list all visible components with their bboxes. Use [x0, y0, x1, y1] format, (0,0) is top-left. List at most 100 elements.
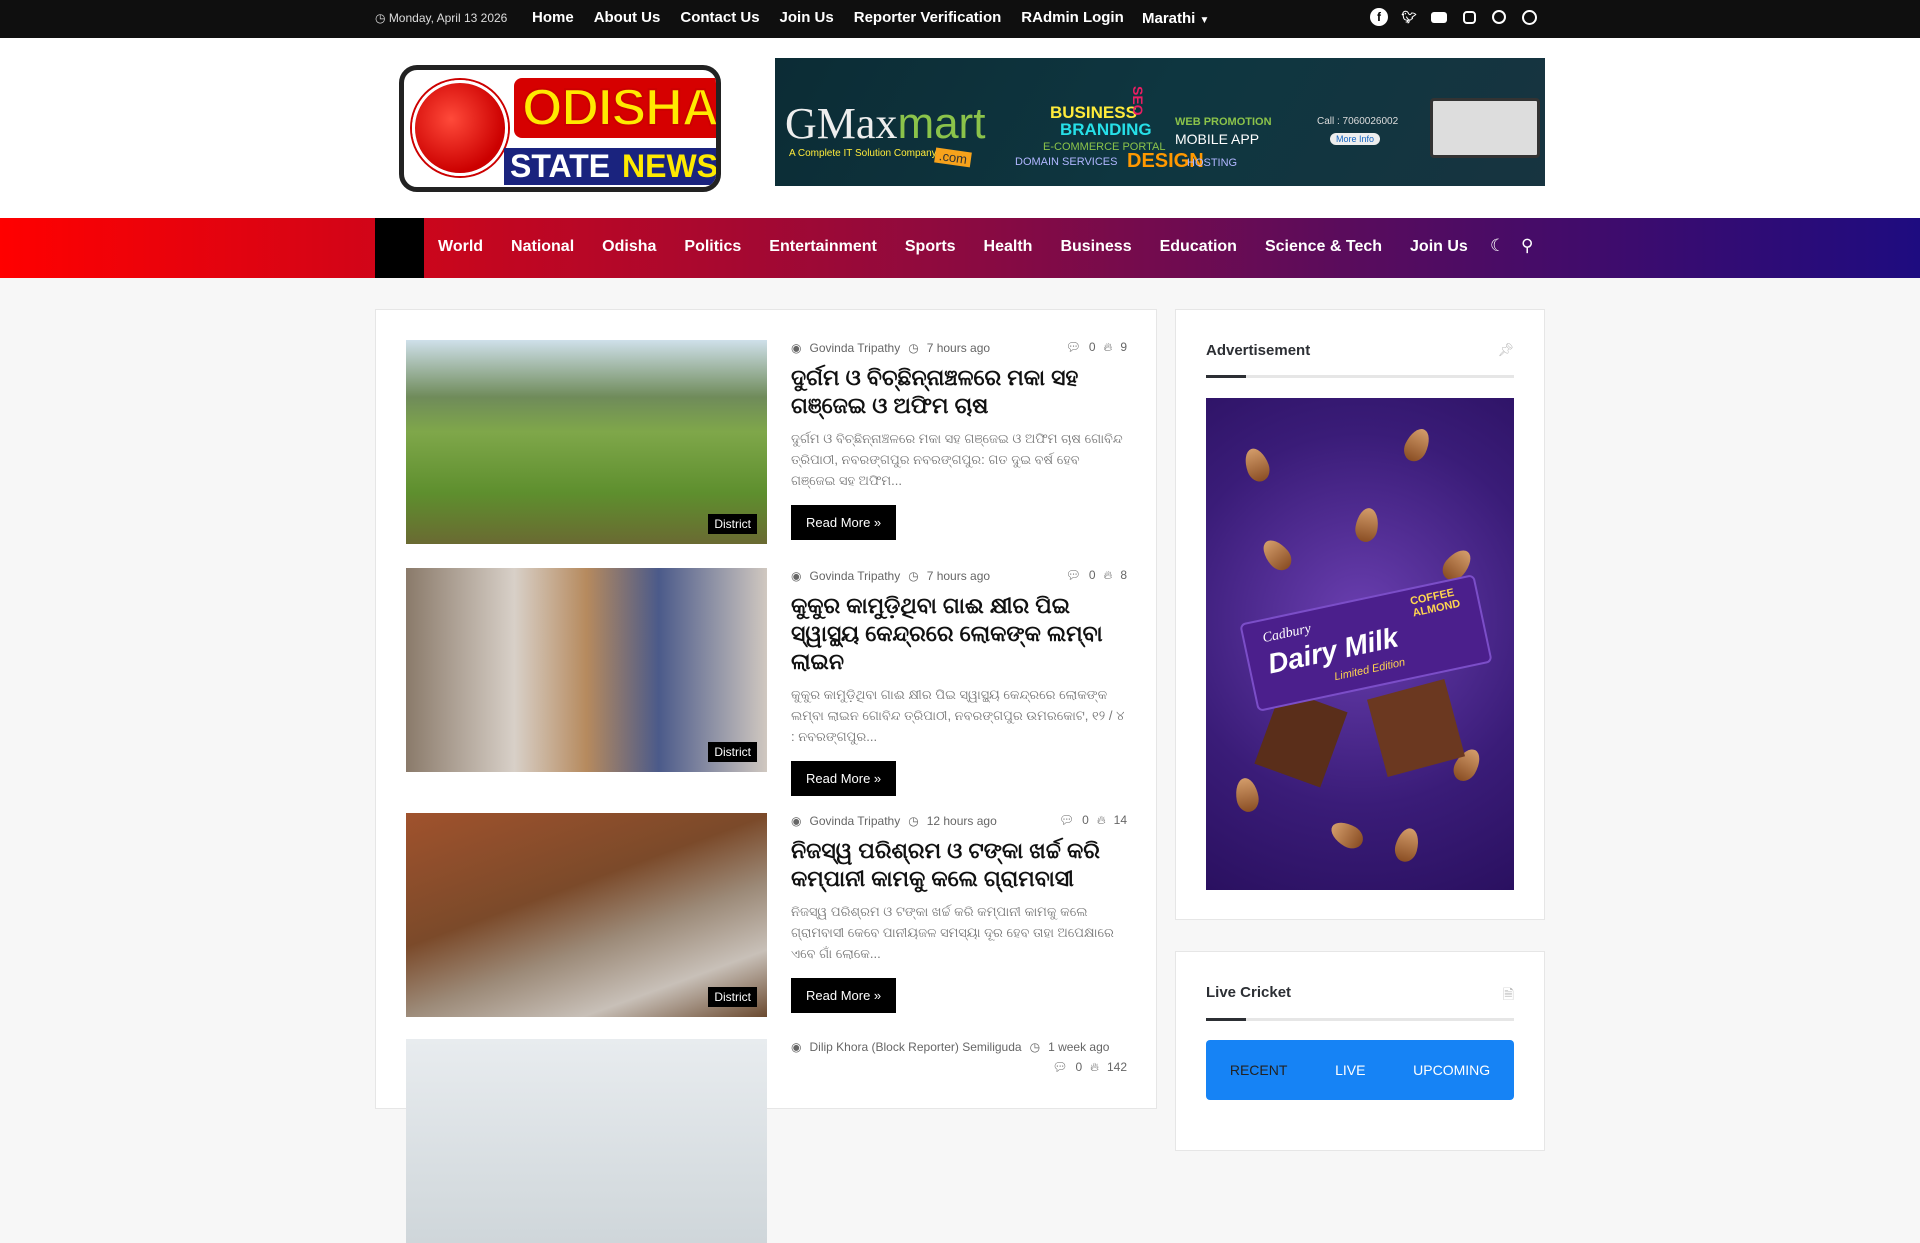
comment-count: 0: [1088, 568, 1096, 582]
widget-divider: [1206, 375, 1514, 378]
author-link[interactable]: Dilip Khora (Block Reporter) Semiliguda: [809, 1040, 1021, 1054]
brand-mart: mart: [897, 99, 986, 148]
nav-join-us[interactable]: Join Us: [1410, 238, 1468, 256]
advertisement-widget: Advertisement 📌︎ Cadbury Dairy Milk Limi…: [1175, 309, 1545, 920]
instagram-icon[interactable]: [1460, 8, 1478, 26]
nav-sports[interactable]: Sports: [905, 238, 956, 256]
top-link-home[interactable]: Home: [532, 9, 574, 26]
author-icon: ◉: [791, 1040, 802, 1054]
views-fire-icon: 🔥︎: [1103, 568, 1113, 582]
brand-gmax: GMax: [785, 99, 898, 148]
article-excerpt: କୁକୁର କାମୁଡ଼ିଥିବା ଗାଈ କ୍ଷୀର ପିଇ ସ୍ୱାସ୍ଥ୍…: [791, 687, 1125, 744]
article-title[interactable]: ନିଜସ୍ୱ ପରିଶ୍ରମ ଓ ଟଙ୍କା ଖର୍ଚ୍ଚ କରି କମ୍ପାନ…: [791, 837, 1127, 893]
article-thumbnail[interactable]: District: [406, 813, 767, 1017]
chocolate-bar: Cadbury Dairy Milk Limited Edition COFFE…: [1239, 574, 1493, 712]
nav-world[interactable]: World: [438, 238, 483, 256]
comments-icon: 💬︎: [1058, 813, 1075, 827]
nav-national[interactable]: National: [511, 238, 574, 256]
youtube-icon[interactable]: [1430, 8, 1448, 26]
read-more-button[interactable]: Read More »: [791, 978, 897, 1013]
cadbury-ad-image[interactable]: Cadbury Dairy Milk Limited Edition COFFE…: [1206, 398, 1514, 890]
author-icon: ◉: [791, 341, 802, 355]
logo-line1: ODISHA: [514, 78, 716, 138]
read-more-button[interactable]: Read More »: [791, 505, 897, 540]
author-link[interactable]: Govinda Tripathy: [809, 341, 900, 355]
language-label: Marathi: [1142, 10, 1196, 27]
language-dropdown[interactable]: Marathi ▼: [1142, 10, 1209, 27]
home-block[interactable]: [375, 218, 424, 278]
category-badge[interactable]: District: [708, 514, 757, 534]
view-count: 9: [1120, 340, 1127, 354]
whatsapp-icon[interactable]: [1490, 8, 1508, 26]
tab-live[interactable]: LIVE: [1335, 1062, 1365, 1100]
clock-icon: ◷: [908, 341, 919, 355]
article-title[interactable]: କୁକୁର କାମୁଡ଼ିଥିବା ଗାଈ କ୍ଷୀର ପିଇ ସ୍ୱାସ୍ଥ୍…: [791, 592, 1127, 676]
post-time: 1 week ago: [1048, 1040, 1110, 1054]
top-link-contact[interactable]: Contact Us: [680, 9, 759, 26]
banner-word: DOMAIN SERVICES: [1015, 156, 1118, 168]
banner-more-info-button[interactable]: More Info: [1330, 133, 1381, 145]
comments-icon: 💬︎: [1065, 568, 1081, 582]
author-link[interactable]: Govinda Tripathy: [809, 814, 900, 828]
facebook-icon[interactable]: f: [1370, 8, 1388, 26]
nav-odisha[interactable]: Odisha: [602, 238, 656, 256]
post-time: 12 hours ago: [926, 814, 997, 828]
top-link-radmin-login[interactable]: RAdmin Login: [1021, 9, 1123, 26]
clock-icon: ◷: [908, 569, 919, 583]
nav-health[interactable]: Health: [984, 238, 1033, 256]
article-title[interactable]: ଦୁର୍ଗମ ଓ ବିଚ୍ଛିନ୍ନାଞ୍ଚଳରେ ମକା ସହ ଗଞ୍ଜେଇ …: [791, 364, 1127, 420]
banner-brand: GMaxmart: [785, 98, 985, 149]
top-bar: ◷ Monday, April 13 2026 Home About Us Co…: [0, 0, 1920, 38]
logo-line2: STATE: [504, 148, 617, 185]
globe-icon: [412, 80, 508, 176]
user-icon[interactable]: [1520, 8, 1538, 26]
tab-recent[interactable]: RECENT: [1230, 1062, 1288, 1100]
views-fire-icon: 🔥︎: [1096, 813, 1106, 827]
widget-divider: [1206, 1018, 1514, 1021]
read-more-button[interactable]: Read More »: [791, 761, 897, 796]
category-badge[interactable]: District: [708, 742, 757, 762]
cricket-tabs: RECENT LIVE UPCOMING: [1206, 1040, 1514, 1100]
caret-down-icon: ▼: [1199, 15, 1210, 26]
devices-image: [1430, 98, 1540, 158]
views-fire-icon: 🔥︎: [1103, 340, 1113, 354]
twitter-icon[interactable]: 🐦︎: [1400, 8, 1418, 26]
top-link-join[interactable]: Join Us: [780, 9, 834, 26]
comments-icon: 💬︎: [1052, 1060, 1068, 1074]
site-logo[interactable]: ODISHA STATE NEWS: [399, 65, 721, 192]
author-icon: ◉: [791, 814, 802, 828]
banner-word: BRANDING: [1060, 120, 1152, 139]
banner-word: HOSTING: [1187, 157, 1238, 169]
top-nav: Home About Us Contact Us Join Us Reporte…: [532, 9, 1124, 26]
search-icon[interactable]: ⚲: [1521, 236, 1533, 256]
view-count: 14: [1113, 813, 1127, 827]
banner-word: SEO: [1130, 86, 1146, 116]
banner-word: MOBILE APP: [1175, 131, 1260, 147]
logo-line3: NEWS: [616, 148, 716, 185]
author-link[interactable]: Govinda Tripathy: [809, 569, 900, 583]
nav-business[interactable]: Business: [1060, 238, 1131, 256]
nav-politics[interactable]: Politics: [684, 238, 741, 256]
view-count: 142: [1106, 1060, 1127, 1074]
main-nav: World National Odisha Politics Entertain…: [0, 218, 1920, 278]
tab-upcoming[interactable]: UPCOMING: [1413, 1062, 1490, 1100]
site-header: ODISHA STATE NEWS GMaxmart A Complete IT…: [0, 38, 1920, 218]
nav-science-tech[interactable]: Science & Tech: [1265, 238, 1382, 256]
widget-title: Live Cricket: [1206, 984, 1292, 1001]
view-count: 8: [1120, 568, 1127, 582]
banner-ad[interactable]: GMaxmart A Complete IT Solution Company …: [775, 58, 1545, 186]
nav-entertainment[interactable]: Entertainment: [769, 238, 877, 256]
top-link-about[interactable]: About Us: [594, 9, 661, 26]
category-badge[interactable]: District: [708, 987, 757, 1007]
article-thumbnail[interactable]: District: [406, 340, 767, 544]
clock-icon: ◷: [1029, 1040, 1041, 1054]
banner-com: .com: [934, 147, 973, 168]
article-thumbnail[interactable]: District: [406, 568, 767, 772]
article-thumbnail[interactable]: [406, 1039, 767, 1243]
nav-education[interactable]: Education: [1160, 238, 1237, 256]
top-link-reporter-verification[interactable]: Reporter Verification: [854, 9, 1002, 26]
comment-count: 0: [1082, 813, 1089, 827]
dark-mode-moon-icon[interactable]: ☾: [1490, 236, 1505, 256]
article-excerpt: ଦୁର୍ଗମ ଓ ବିଚ୍ଛିନ୍ନାଞ୍ଚଳରେ ମକା ସହ ଗଞ୍ଜେଇ …: [791, 431, 1123, 488]
pin-icon: 📌︎: [1497, 342, 1514, 357]
